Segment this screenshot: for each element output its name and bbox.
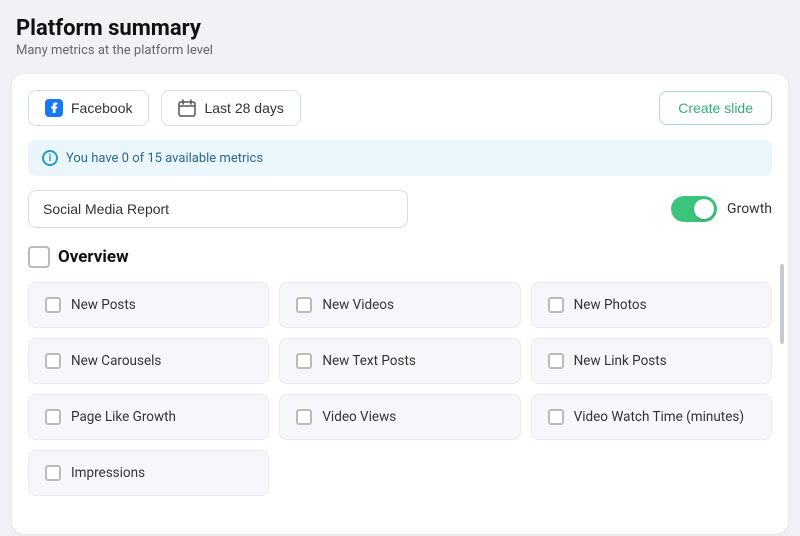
metric-card[interactable]: New Posts bbox=[28, 282, 269, 328]
metric-card[interactable]: Impressions bbox=[28, 450, 269, 496]
section-checkbox-icon bbox=[28, 246, 50, 268]
metric-card[interactable]: New Videos bbox=[279, 282, 520, 328]
metric-label: New Link Posts bbox=[574, 353, 667, 369]
report-name-input[interactable] bbox=[28, 190, 408, 228]
toggle-group: Growth bbox=[671, 196, 772, 222]
metric-checkbox bbox=[548, 297, 564, 313]
metric-card[interactable]: New Link Posts bbox=[531, 338, 772, 384]
scrollbar-indicator bbox=[780, 264, 784, 344]
metrics-grid: New Posts New Videos New Photos New Caro… bbox=[28, 282, 772, 496]
info-icon: i bbox=[42, 150, 58, 166]
metric-card[interactable]: New Carousels bbox=[28, 338, 269, 384]
page-title: Platform summary bbox=[16, 16, 784, 41]
metric-label: New Text Posts bbox=[322, 353, 416, 369]
metric-label: New Photos bbox=[574, 297, 647, 313]
metric-label: Video Views bbox=[322, 409, 396, 425]
metric-checkbox bbox=[296, 297, 312, 313]
info-banner: i You have 0 of 15 available metrics bbox=[28, 140, 772, 176]
metric-checkbox bbox=[296, 353, 312, 369]
metric-label: Page Like Growth bbox=[71, 409, 176, 425]
metric-card[interactable]: New Text Posts bbox=[279, 338, 520, 384]
toggle-label: Growth bbox=[727, 201, 772, 217]
metric-card[interactable]: Page Like Growth bbox=[28, 394, 269, 440]
metric-card[interactable]: New Photos bbox=[531, 282, 772, 328]
report-row: Growth bbox=[28, 190, 772, 228]
toolbar: Facebook Last 28 days Create slide bbox=[28, 90, 772, 126]
info-text: You have 0 of 15 available metrics bbox=[66, 151, 263, 166]
page-subtitle: Many metrics at the platform level bbox=[16, 43, 784, 58]
section-header: Overview bbox=[28, 246, 772, 268]
metric-label: Impressions bbox=[71, 465, 145, 481]
growth-toggle[interactable] bbox=[671, 196, 717, 222]
calendar-icon bbox=[178, 99, 196, 117]
date-label: Last 28 days bbox=[204, 100, 283, 116]
date-selector[interactable]: Last 28 days bbox=[161, 90, 300, 126]
metric-checkbox bbox=[548, 409, 564, 425]
metric-label: New Videos bbox=[322, 297, 394, 313]
metric-checkbox bbox=[548, 353, 564, 369]
section-title: Overview bbox=[58, 247, 129, 267]
metric-card[interactable]: Video Views bbox=[279, 394, 520, 440]
platform-selector[interactable]: Facebook bbox=[28, 90, 149, 126]
main-card: Facebook Last 28 days Create slide i You… bbox=[12, 74, 788, 534]
metric-checkbox bbox=[296, 409, 312, 425]
facebook-icon bbox=[45, 99, 63, 117]
metric-card[interactable]: Video Watch Time (minutes) bbox=[531, 394, 772, 440]
metric-checkbox bbox=[45, 353, 61, 369]
metric-label: New Posts bbox=[71, 297, 136, 313]
platform-label: Facebook bbox=[71, 100, 132, 116]
metric-checkbox bbox=[45, 297, 61, 313]
metric-checkbox bbox=[45, 409, 61, 425]
page-header: Platform summary Many metrics at the pla… bbox=[0, 0, 800, 66]
metric-checkbox bbox=[45, 465, 61, 481]
metric-label: New Carousels bbox=[71, 353, 161, 369]
create-slide-button[interactable]: Create slide bbox=[659, 91, 772, 125]
toggle-knob bbox=[694, 199, 714, 219]
metric-label: Video Watch Time (minutes) bbox=[574, 409, 744, 425]
